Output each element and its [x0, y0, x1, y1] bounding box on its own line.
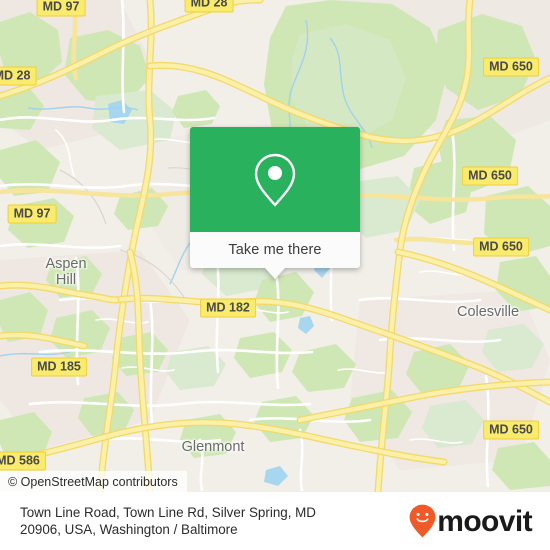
moovit-location-card: .park { fill:#cfe7b5; } .park2 { fill:#d…: [0, 0, 550, 550]
road-shield-md-650-north[interactable]: MD 650: [483, 57, 539, 77]
road-shield-md-28-top[interactable]: MD 28: [184, 0, 234, 13]
road-shield-label: MD 97: [42, 0, 80, 14]
road-shield-label: MD 28: [190, 0, 228, 10]
osm-attribution-text: © OpenStreetMap contributors: [8, 474, 178, 489]
road-shield-md-650-south[interactable]: MD 650: [483, 420, 539, 440]
road-shield-label: MD 97: [13, 206, 51, 221]
road-shield-label: MD 650: [468, 168, 512, 183]
callout-tail: [265, 268, 285, 279]
callout-header: [190, 127, 360, 232]
location-callout-card[interactable]: Take me there: [190, 127, 360, 279]
road-shield-label: MD 650: [489, 59, 533, 74]
address-block: Town Line Road, Town Line Rd, Silver Spr…: [20, 504, 316, 539]
road-shield-label: MD 182: [206, 300, 250, 315]
road-shield-md-650-mid[interactable]: MD 650: [462, 166, 518, 186]
road-shield-md-185[interactable]: MD 185: [31, 357, 87, 377]
osm-attribution[interactable]: © OpenStreetMap contributors: [0, 471, 187, 492]
road-shield-md-97[interactable]: MD 97: [36, 0, 86, 17]
moovit-wordmark: moovit: [437, 505, 532, 538]
moovit-pin-smiley-icon: [409, 504, 436, 538]
road-shield-label: MD 586: [0, 453, 40, 468]
road-shield-label: MD 650: [489, 422, 533, 437]
road-shield-md-182[interactable]: MD 182: [200, 298, 256, 318]
road-shield-label: MD 650: [479, 239, 523, 254]
road-shield-md-28-left[interactable]: MD 28: [0, 66, 37, 86]
moovit-logo[interactable]: moovit: [409, 504, 538, 538]
road-shield-label: MD 28: [0, 68, 31, 83]
map-pin-icon: [252, 151, 298, 209]
road-shield-md-586[interactable]: MD 586: [0, 451, 46, 471]
road-shield-label: MD 185: [37, 359, 81, 374]
take-me-there-label: Take me there: [228, 242, 322, 258]
address-line-1: Town Line Road, Town Line Rd, Silver Spr…: [20, 504, 316, 520]
address-line-2: 20906, USA, Washington / Baltimore: [20, 522, 238, 537]
footer-bar: Town Line Road, Town Line Rd, Silver Spr…: [0, 492, 550, 550]
take-me-there-button[interactable]: Take me there: [190, 232, 360, 268]
road-shield-md-650-lower[interactable]: MD 650: [473, 237, 529, 257]
road-shield-md-97-west[interactable]: MD 97: [7, 204, 57, 224]
